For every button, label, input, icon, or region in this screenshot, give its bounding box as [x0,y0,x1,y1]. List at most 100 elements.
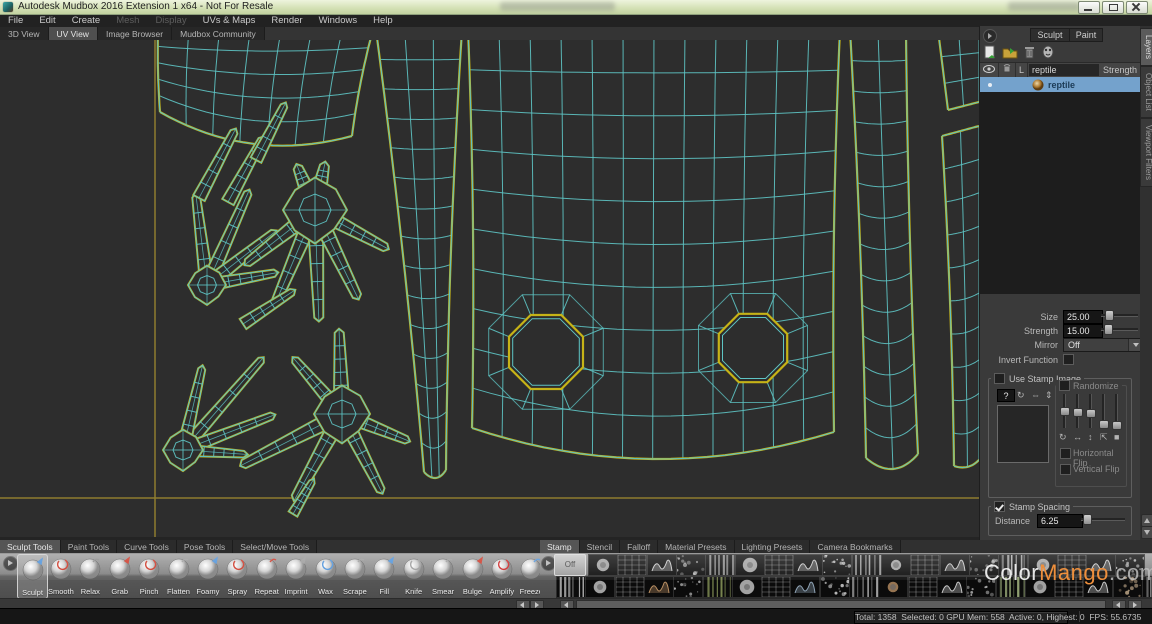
layer-list-empty-area[interactable] [980,92,1140,294]
menu-item-display[interactable]: Display [147,15,194,27]
stamp-flip-h-icon[interactable]: ⇔ [1031,390,1040,400]
strength-slider[interactable] [1101,324,1138,333]
view-tab-3d-view[interactable]: 3D View [0,27,49,40]
tray-tab-sculpt-tools[interactable]: Sculpt Tools [0,540,61,553]
menu-item-create[interactable]: Create [64,15,109,27]
visibility-column-header[interactable] [980,63,999,77]
layer-name-field[interactable]: reptile [1029,64,1099,76]
menu-item-edit[interactable]: Edit [31,15,63,27]
stamp-off-button[interactable]: Off [554,554,586,576]
stamp-rotate-icon[interactable]: ↻ [1017,390,1025,400]
stamp-thumbnail[interactable] [910,554,940,576]
side-tab-layers[interactable]: Layers [1140,28,1152,66]
randomize-slider-3[interactable] [1086,394,1094,428]
use-stamp-image-checkbox[interactable] [994,373,1005,384]
maximize-button[interactable] [1102,1,1124,14]
mirror-dropdown[interactable]: Off [1063,338,1143,352]
stamp-thumbnail[interactable] [644,576,674,598]
menu-item-mesh[interactable]: Mesh [108,15,147,27]
stamp-thumbnail[interactable] [676,554,706,576]
stamp-thumbnail[interactable] [556,576,586,598]
stamp-thumbnail[interactable] [908,576,938,598]
tool-freeze[interactable]: Freeze [517,554,540,597]
open-folder-icon[interactable] [1002,45,1018,59]
distance-value[interactable]: 6.25 [1037,514,1083,528]
stamp-tab-lighting-presets[interactable]: Lighting Presets [735,540,811,553]
stamp-tab-camera-bookmarks[interactable]: Camera Bookmarks [810,540,900,553]
menu-item-render[interactable]: Render [263,15,310,27]
strength-value[interactable]: 15.00 [1063,324,1103,338]
stamp-thumbnail[interactable] [937,576,967,598]
uv-canvas[interactable] [0,40,979,537]
menu-item-file[interactable]: File [0,15,31,27]
stamp-thumbnail[interactable] [881,554,911,576]
stamp-thumbnail[interactable] [617,554,647,576]
randomize-stop-icon[interactable]: ■ [1114,432,1119,442]
lock-column-header[interactable]: L [1016,63,1028,77]
stamp-thumbnail[interactable] [703,576,733,598]
menu-item-uvs-maps[interactable]: UVs & Maps [195,15,264,27]
stamp-thumbnail[interactable] [705,554,735,576]
delete-layer-icon[interactable] [1024,45,1035,59]
uv-viewport[interactable] [0,40,979,540]
stamp-thumbnail[interactable] [822,554,852,576]
new-layer-icon[interactable] [984,45,997,59]
randomize-slider-1[interactable] [1060,394,1068,428]
randomize-v-icon[interactable]: ↕ [1088,432,1093,442]
size-slider[interactable] [1101,310,1138,319]
stamp-thumbnail[interactable] [585,576,615,598]
stamp-thumbnail[interactable] [852,554,882,576]
randomize-h-icon[interactable]: ↔ [1073,432,1082,442]
randomize-slider-5[interactable] [1112,394,1120,428]
stamp-thumbnail[interactable] [761,576,791,598]
minimize-button[interactable] [1078,1,1100,14]
randomize-checkbox[interactable] [1059,380,1070,391]
panel-scroll-down-button[interactable] [1141,526,1152,539]
layer-row-reptile[interactable]: reptile [980,77,1140,92]
stamp-thumbnail[interactable] [673,576,703,598]
view-tab-image-browser[interactable]: Image Browser [98,27,172,40]
horizontal-flip-checkbox[interactable] [1060,448,1071,459]
stamp-thumbnail[interactable] [790,576,820,598]
layer-visibility-dot[interactable] [988,83,992,87]
stamp-thumbnail[interactable] [588,554,618,576]
stamp-flip-v-icon[interactable]: ⇕ [1045,390,1053,400]
stamp-thumbnail[interactable] [940,554,970,576]
stamp-tab-stencil[interactable]: Stencil [580,540,621,553]
vertical-flip-checkbox[interactable] [1060,464,1071,475]
stamp-thumbnail[interactable] [764,554,794,576]
side-tab-object-list[interactable]: Object List [1140,66,1152,118]
stamp-spacing-checkbox[interactable] [994,501,1005,512]
side-tab-viewport-filters[interactable]: Viewport Filters [1140,118,1152,187]
view-tab-uv-view[interactable]: UV View [49,27,98,40]
tray-tab-paint-tools[interactable]: Paint Tools [61,540,117,553]
size-value[interactable]: 25.00 [1063,310,1103,324]
distance-slider[interactable] [1081,514,1125,523]
randomize-export-icon[interactable]: ⇱ [1100,432,1108,442]
invert-function-checkbox[interactable] [1063,354,1074,365]
stamp-thumbnail[interactable] [820,576,850,598]
stamp-tab-material-presets[interactable]: Material Presets [658,540,734,553]
menu-item-help[interactable]: Help [365,15,401,27]
stamp-thumbnail[interactable] [615,576,645,598]
randomize-slider-4[interactable] [1099,394,1107,428]
title-bar[interactable]: Autodesk Mudbox 2016 Extension 1 x64 - N… [0,0,1152,15]
stamp-thumbnail[interactable] [735,554,765,576]
randomize-slider-2[interactable] [1073,394,1081,428]
stamp-preview[interactable] [997,405,1049,463]
stamp-pick-button[interactable]: ? [997,389,1015,402]
tray-tab-pose-tools[interactable]: Pose Tools [177,540,233,553]
strength-column-header[interactable]: Strength [1100,63,1140,77]
stamp-tab-falloff[interactable]: Falloff [620,540,658,553]
tray-tab-select-move-tools[interactable]: Select/Move Tools [233,540,317,553]
tray-tab-curve-tools[interactable]: Curve Tools [117,540,177,553]
menu-item-windows[interactable]: Windows [311,15,366,27]
stamp-thumbnail[interactable] [732,576,762,598]
tab-sculpt-layers[interactable]: Sculpt [1030,28,1070,42]
panel-expander-button[interactable] [983,29,997,43]
stamp-tab-stamp[interactable]: Stamp [540,540,580,553]
stamp-thumbnail[interactable] [793,554,823,576]
tab-paint-layers[interactable]: Paint [1069,28,1103,42]
stamp-thumbnail[interactable] [647,554,677,576]
view-tab-mudbox-community[interactable]: Mudbox Community [172,27,265,40]
